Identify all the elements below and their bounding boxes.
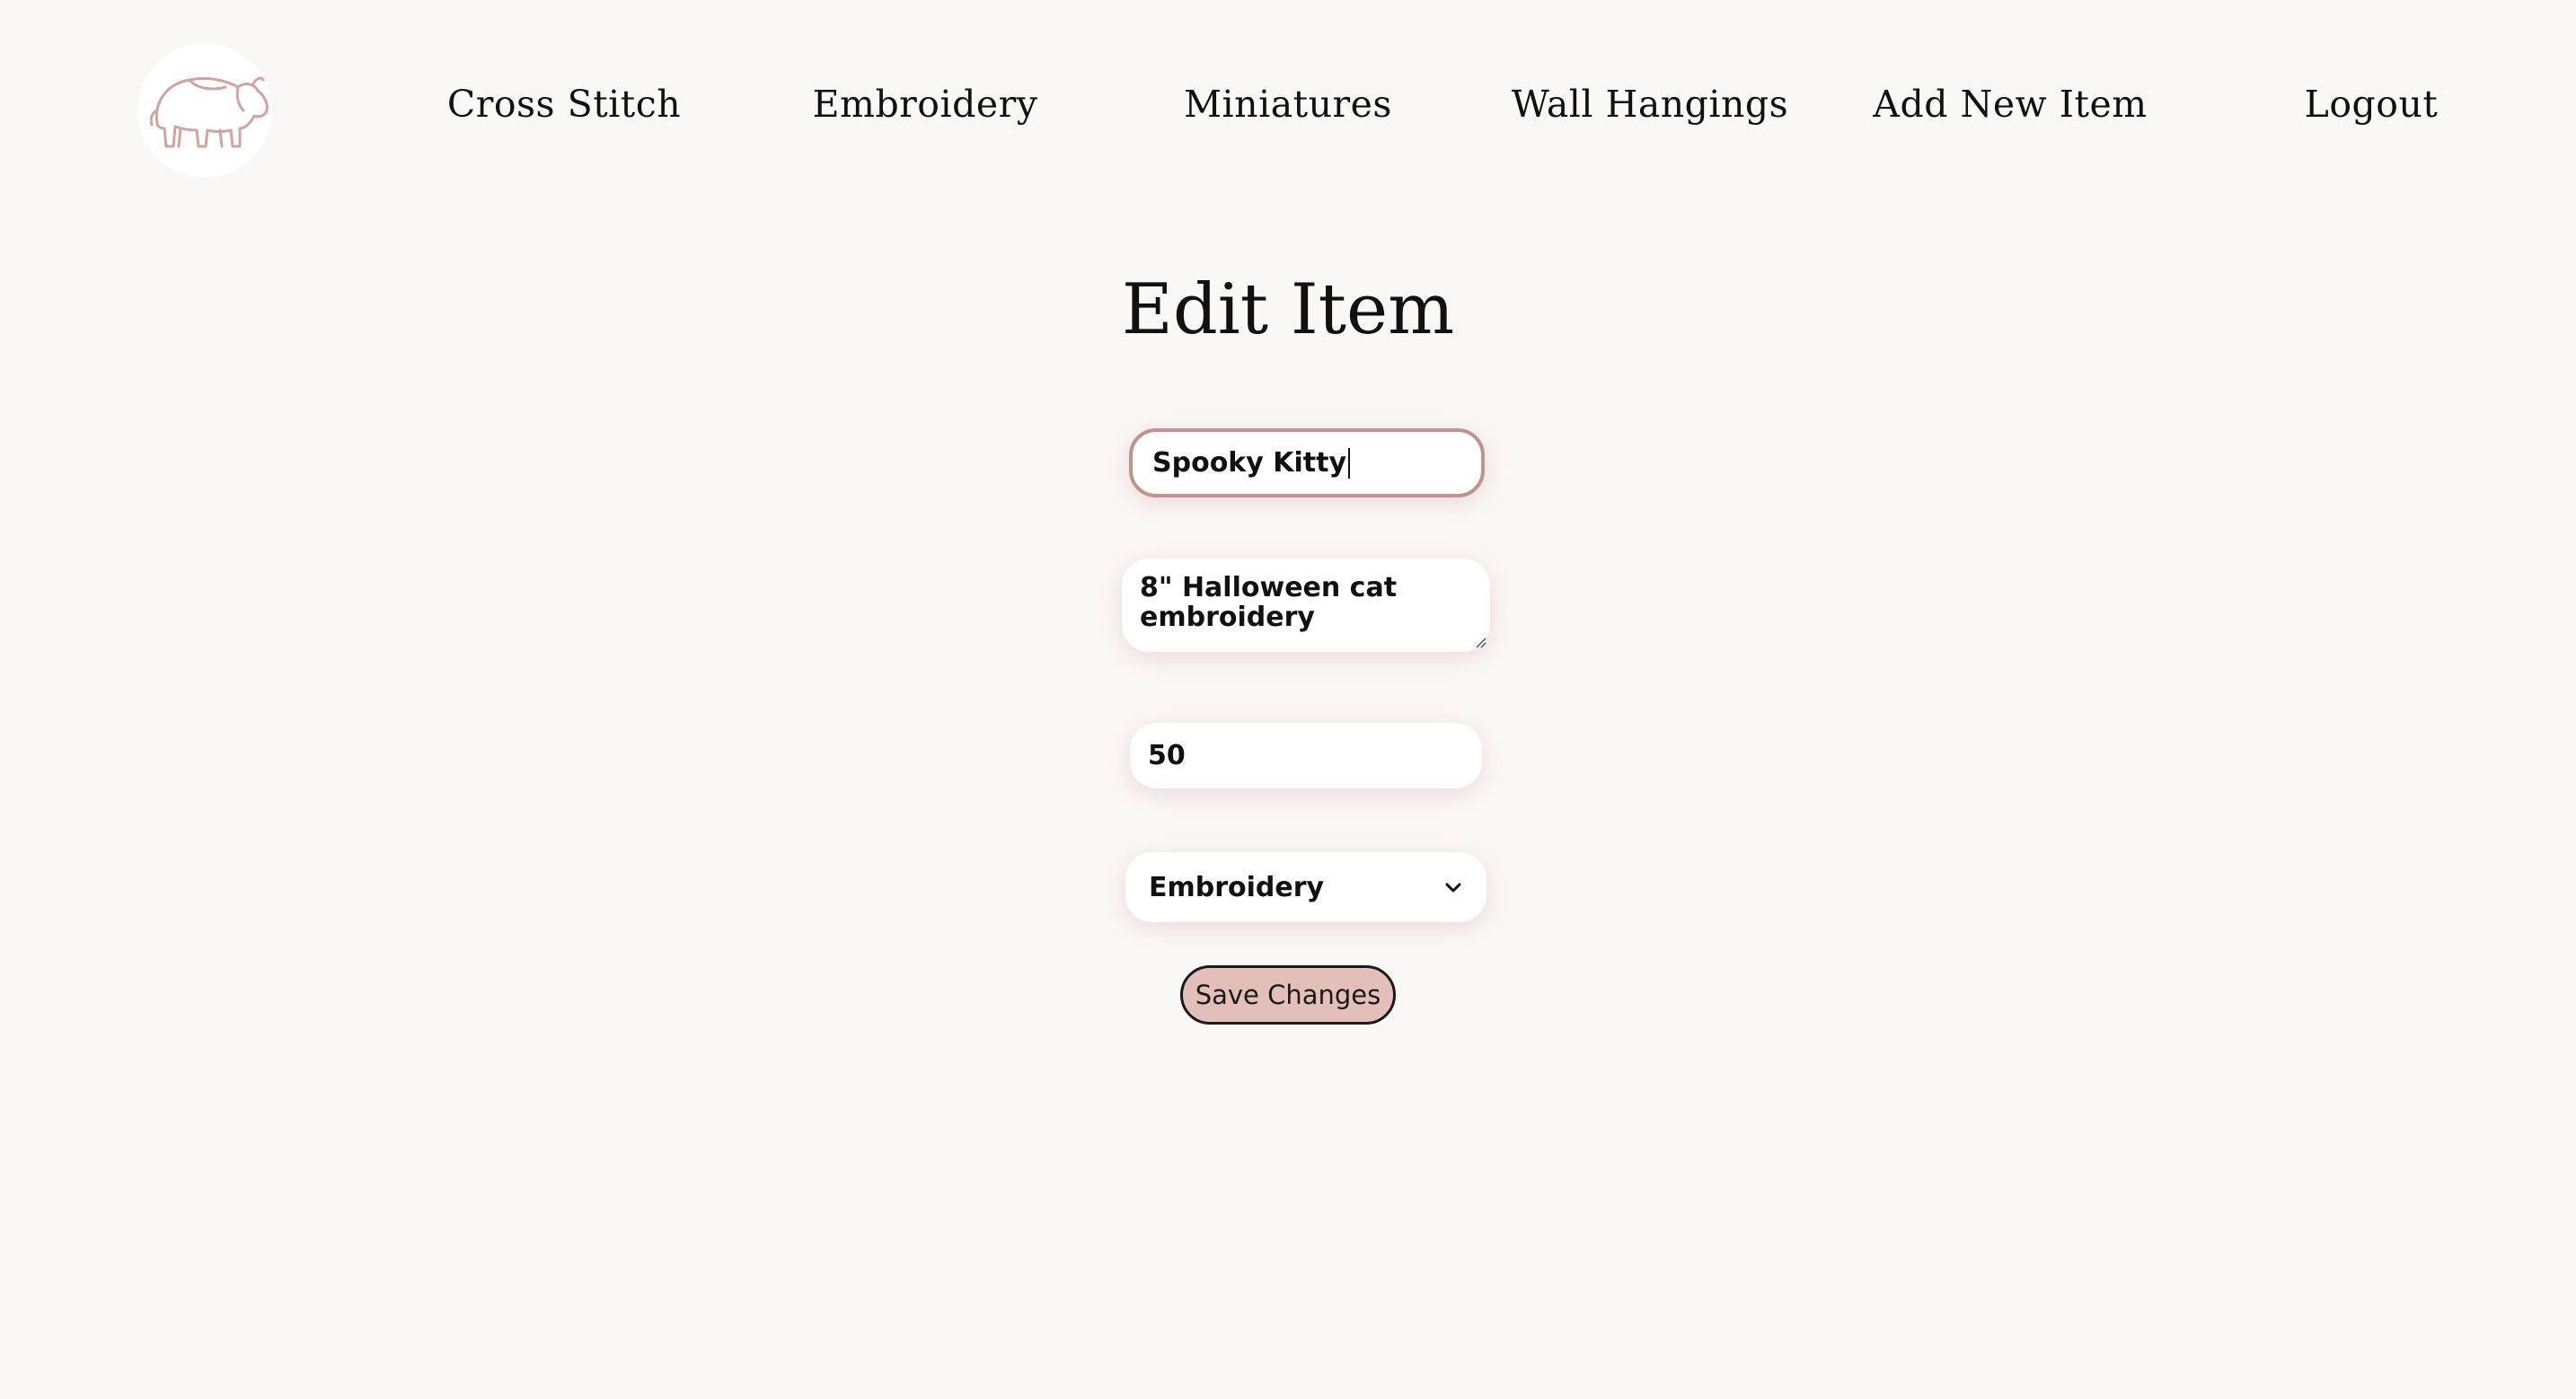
nav-link-wall-hangings[interactable]: Wall Hangings	[1512, 83, 1788, 126]
nav-link-add-new-item[interactable]: Add New Item	[1873, 83, 2147, 126]
item-description-textarea[interactable]: 8" Halloween cat embroidery	[1122, 559, 1490, 652]
text-caret	[1348, 447, 1351, 479]
top-navigation: Cross Stitch Embroidery Miniatures Wall …	[0, 0, 2576, 216]
item-price-input[interactable]: 50	[1130, 723, 1482, 788]
save-changes-button[interactable]: Save Changes	[1180, 965, 1396, 1025]
item-category-select[interactable]: Embroidery	[1125, 852, 1486, 922]
nav-link-embroidery[interactable]: Embroidery	[813, 83, 1038, 126]
item-name-value: Spooky Kitty	[1152, 447, 1347, 479]
item-name-input[interactable]: Spooky Kitty	[1129, 428, 1485, 497]
nav-link-logout[interactable]: Logout	[2305, 83, 2439, 126]
chevron-down-icon	[1443, 881, 1463, 893]
nav-link-miniatures[interactable]: Miniatures	[1184, 83, 1392, 126]
item-description-value: 8" Halloween cat embroidery	[1140, 572, 1398, 633]
item-price-value: 50	[1148, 740, 1186, 771]
item-category-selected: Embroidery	[1149, 871, 1325, 903]
page-title: Edit Item	[1121, 269, 1455, 350]
nav-link-cross-stitch[interactable]: Cross Stitch	[447, 83, 681, 126]
bison-logo-icon[interactable]	[137, 43, 272, 178]
resize-handle-icon[interactable]	[1474, 636, 1486, 648]
